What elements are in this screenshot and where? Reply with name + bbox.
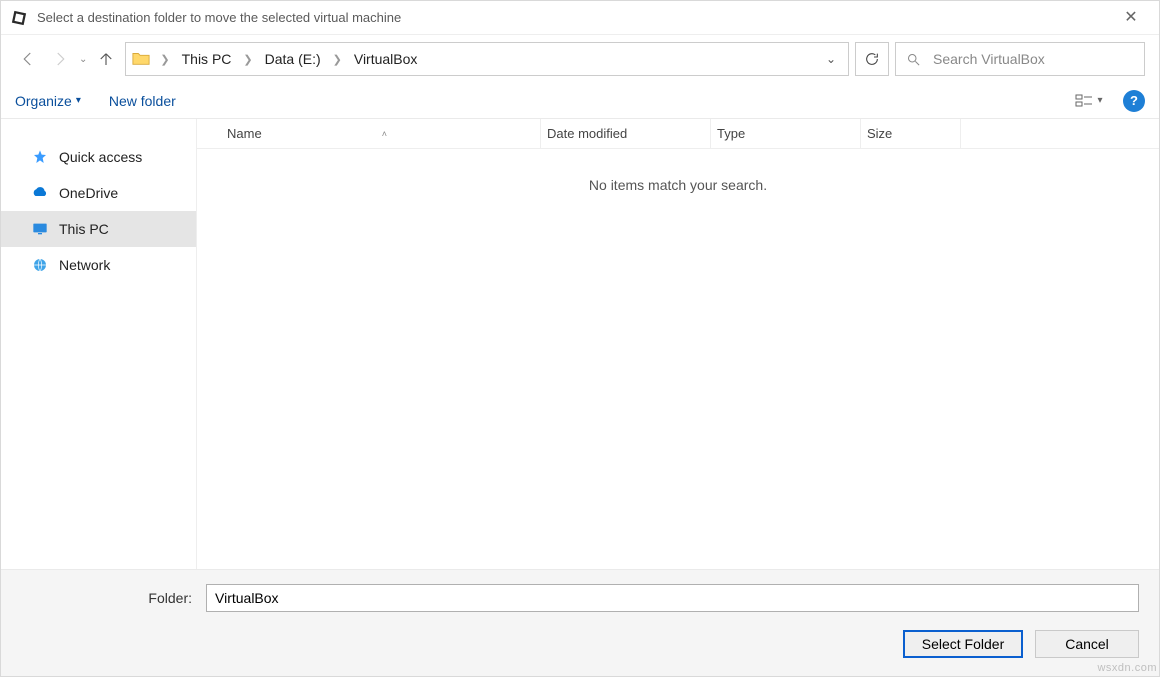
monitor-icon: [31, 220, 49, 238]
dialog-window: Select a destination folder to move the …: [0, 0, 1160, 677]
back-button[interactable]: [15, 46, 41, 72]
forward-button[interactable]: [47, 46, 73, 72]
column-headers: Name ˄ Date modified Type Size: [197, 119, 1159, 149]
cloud-icon: [31, 184, 49, 202]
sidebar-item-label: Network: [59, 257, 110, 273]
network-icon: [31, 256, 49, 274]
refresh-button[interactable]: [855, 42, 889, 76]
chevron-right-icon[interactable]: ❯: [237, 53, 258, 66]
sidebar-item-network[interactable]: Network: [1, 247, 196, 283]
column-header-name[interactable]: Name ˄: [221, 119, 541, 148]
address-dropdown-button[interactable]: ⌄: [818, 52, 844, 66]
sidebar-item-this-pc[interactable]: This PC: [1, 211, 196, 247]
empty-message: No items match your search.: [197, 149, 1159, 193]
sidebar-item-label: This PC: [59, 221, 109, 237]
breadcrumb-data-e[interactable]: Data (E:): [263, 49, 323, 69]
navigation-row: ⌄ ❯ This PC ❯ Data (E:) ❯ VirtualBox ⌄: [1, 35, 1159, 83]
app-icon: [9, 8, 29, 28]
column-header-type[interactable]: Type: [711, 119, 861, 148]
dialog-title: Select a destination folder to move the …: [37, 10, 401, 25]
select-folder-button[interactable]: Select Folder: [903, 630, 1023, 658]
cancel-button[interactable]: Cancel: [1035, 630, 1139, 658]
organize-button[interactable]: Organize ▾: [15, 93, 81, 109]
folder-icon: [132, 50, 150, 68]
folder-input-row: Folder:: [21, 584, 1139, 612]
search-box[interactable]: [895, 42, 1145, 76]
navigation-pane: Quick access OneDrive This PC Network: [1, 119, 197, 569]
breadcrumb-this-pc[interactable]: This PC: [180, 49, 234, 69]
close-button[interactable]: ✕: [1111, 1, 1151, 35]
sidebar-item-quick-access[interactable]: Quick access: [1, 139, 196, 175]
button-row: Select Folder Cancel: [21, 630, 1139, 658]
watermark: wsxdn.com: [1097, 662, 1157, 674]
column-header-size[interactable]: Size: [861, 119, 961, 148]
chevron-down-icon: ▾: [76, 95, 81, 106]
search-icon: [906, 52, 921, 67]
folder-name-input[interactable]: [206, 584, 1139, 612]
command-bar: Organize ▾ New folder ▾ ?: [1, 83, 1159, 119]
dialog-body: Quick access OneDrive This PC Network Na…: [1, 119, 1159, 570]
title-bar: Select a destination folder to move the …: [1, 1, 1159, 35]
breadcrumb-virtualbox[interactable]: VirtualBox: [352, 49, 420, 69]
sidebar-item-label: Quick access: [59, 149, 142, 165]
file-list-pane: Name ˄ Date modified Type Size No items …: [197, 119, 1159, 569]
sort-indicator-icon: ˄: [262, 129, 387, 139]
chevron-down-icon: ▾: [1097, 95, 1102, 106]
sidebar-item-label: OneDrive: [59, 185, 118, 201]
address-bar[interactable]: ❯ This PC ❯ Data (E:) ❯ VirtualBox ⌄: [125, 42, 849, 76]
up-button[interactable]: [93, 46, 119, 72]
column-header-date[interactable]: Date modified: [541, 119, 711, 148]
star-icon: [31, 148, 49, 166]
view-options-button[interactable]: ▾: [1069, 89, 1109, 113]
dialog-footer: Folder: Select Folder Cancel: [1, 570, 1159, 676]
chevron-right-icon[interactable]: ❯: [327, 53, 348, 66]
chevron-right-icon[interactable]: ❯: [154, 53, 175, 66]
sidebar-item-onedrive[interactable]: OneDrive: [1, 175, 196, 211]
folder-label: Folder:: [21, 590, 196, 606]
search-input[interactable]: [931, 50, 1134, 68]
recent-locations-button[interactable]: ⌄: [79, 54, 87, 65]
new-folder-button[interactable]: New folder: [109, 93, 176, 109]
help-button[interactable]: ?: [1123, 90, 1145, 112]
